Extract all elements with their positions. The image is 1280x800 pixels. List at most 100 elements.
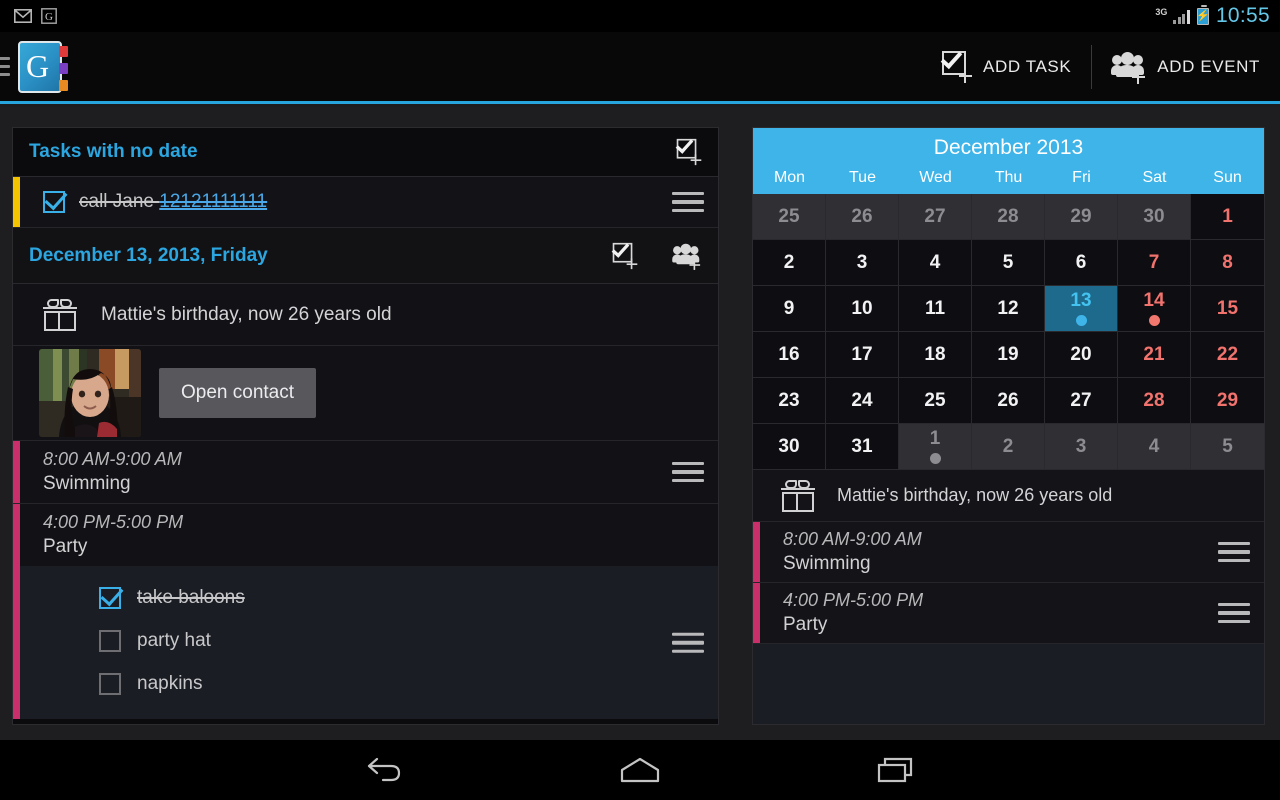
event-drag-handle[interactable] <box>1218 541 1250 563</box>
calendar-day-number: 26 <box>851 206 873 227</box>
calendar-day-5[interactable]: 5 <box>972 240 1045 286</box>
subtask-checkbox[interactable] <box>99 586 121 609</box>
svg-text:G: G <box>45 11 53 23</box>
calendar-day-30[interactable]: 30 <box>1118 194 1191 240</box>
nav-back-button[interactable] <box>256 740 512 800</box>
calendar-day-26[interactable]: 26 <box>826 194 899 240</box>
calendar-day-15[interactable]: 15 <box>1191 286 1264 332</box>
calendar-day-23[interactable]: 23 <box>753 378 826 424</box>
dow-thu: Thu <box>994 169 1023 186</box>
calendar-day-30[interactable]: 30 <box>753 424 826 470</box>
task-phone-link[interactable]: 12121111111 <box>159 191 267 212</box>
contact-avatar[interactable] <box>39 349 141 437</box>
signal-strength-icon <box>1173 9 1190 24</box>
day-add-task-icon[interactable] <box>611 239 638 269</box>
calendar-day-26[interactable]: 26 <box>972 378 1045 424</box>
action-bar: G ADD TASK ADD EVENT <box>0 32 1280 104</box>
add-event-button[interactable]: ADD EVENT <box>1092 39 1280 95</box>
calendar-day-number: 6 <box>1075 252 1087 273</box>
section-add-task-icon[interactable] <box>675 135 702 166</box>
calendar-day-number: 5 <box>1002 252 1014 273</box>
calendar-day-number: 16 <box>778 344 800 365</box>
calendar-day-22[interactable]: 22 <box>1191 332 1264 378</box>
calendar-day-25[interactable]: 25 <box>753 194 826 240</box>
calendar-day-number: 28 <box>1143 390 1165 411</box>
calendar-day-10[interactable]: 10 <box>826 286 899 332</box>
event-accent-bar <box>13 441 20 503</box>
task-row[interactable]: call Jane 12121111111 <box>13 177 718 228</box>
calendar-day-3[interactable]: 3 <box>1045 424 1118 470</box>
calendar-day-5[interactable]: 5 <box>1191 424 1264 470</box>
calendar-day-4[interactable]: 4 <box>1118 424 1191 470</box>
calendar-day-8[interactable]: 8 <box>1191 240 1264 286</box>
task-checkbox[interactable] <box>43 191 65 213</box>
calendar-day-2[interactable]: 2 <box>972 424 1045 470</box>
calendar-day-6[interactable]: 6 <box>1045 240 1118 286</box>
calendar-day-number: 5 <box>1222 436 1233 457</box>
calendar-day-7[interactable]: 7 <box>1118 240 1191 286</box>
navigation-drawer-icon[interactable] <box>0 57 10 76</box>
birthday-row[interactable]: Mattie's birthday, now 26 years old <box>13 284 718 346</box>
calendar-day-1[interactable]: 1 <box>1191 194 1264 240</box>
event-time: 8:00 AM-9:00 AM <box>43 449 182 469</box>
day-add-event-icon[interactable] <box>672 242 701 270</box>
calendar-day-number: 15 <box>1216 298 1239 319</box>
subtask-checkbox[interactable] <box>99 629 121 652</box>
calendar-day-4[interactable]: 4 <box>899 240 972 286</box>
event-drag-handle[interactable] <box>672 461 704 483</box>
calendar-day-28[interactable]: 28 <box>1118 378 1191 424</box>
calendar-event-row[interactable]: 4:00 PM-5:00 PM Party <box>753 583 1264 644</box>
app-root: G 3G ⚡ 10:55 G ADD TASK ADD EVENT Tasks … <box>0 0 1280 800</box>
calendar-birthday-row[interactable]: Mattie's birthday, now 26 years old <box>753 470 1264 522</box>
event-row[interactable]: 4:00 PM-5:00 PM Party <box>13 504 718 566</box>
calendar-day-11[interactable]: 11 <box>899 286 972 332</box>
subtask-drag-handle[interactable] <box>672 632 704 653</box>
add-task-icon <box>940 46 973 83</box>
calendar-day-16[interactable]: 16 <box>753 332 826 378</box>
event-title: Party <box>783 614 828 635</box>
calendar-month-title[interactable]: December 2013 <box>753 132 1264 166</box>
calendar-day-24[interactable]: 24 <box>826 378 899 424</box>
calendar-day-20[interactable]: 20 <box>1045 332 1118 378</box>
app-logo-icon[interactable]: G <box>18 40 68 93</box>
calendar-day-12[interactable]: 12 <box>972 286 1045 332</box>
calendar-day-14[interactable]: 14 <box>1118 286 1191 332</box>
gift-icon <box>43 298 77 331</box>
nav-home-button[interactable] <box>512 740 768 800</box>
back-icon <box>367 757 401 782</box>
task-drag-handle[interactable] <box>672 191 704 213</box>
status-system-icons: 3G ⚡ 10:55 <box>1155 4 1270 28</box>
calendar-day-31[interactable]: 31 <box>826 424 899 470</box>
calendar-day-13[interactable]: 13 <box>1045 286 1118 332</box>
calendar-day-19[interactable]: 19 <box>972 332 1045 378</box>
calendar-day-27[interactable]: 27 <box>1045 378 1118 424</box>
subtask-row[interactable]: take baloons <box>99 576 704 619</box>
calendar-event-row[interactable]: 8:00 AM-9:00 AM Swimming <box>753 522 1264 583</box>
calendar-day-18[interactable]: 18 <box>899 332 972 378</box>
event-accent-bar <box>13 504 20 566</box>
no-date-section-header: Tasks with no date <box>13 128 718 177</box>
subtask-checkbox[interactable] <box>99 672 121 695</box>
calendar-day-28[interactable]: 28 <box>972 194 1045 240</box>
calendar-day-1[interactable]: 1 <box>899 424 972 470</box>
add-task-button[interactable]: ADD TASK <box>922 39 1091 95</box>
event-title: Swimming <box>783 553 871 574</box>
open-contact-button[interactable]: Open contact <box>159 368 317 418</box>
calendar-day-number: 28 <box>997 206 1019 227</box>
nav-recents-button[interactable] <box>768 740 1024 800</box>
calendar-day-number: 25 <box>924 390 946 411</box>
calendar-day-17[interactable]: 17 <box>826 332 899 378</box>
event-row[interactable]: 8:00 AM-9:00 AM Swimming <box>13 441 718 504</box>
calendar-day-27[interactable]: 27 <box>899 194 972 240</box>
calendar-day-2[interactable]: 2 <box>753 240 826 286</box>
subtask-row[interactable]: napkins <box>99 662 704 705</box>
calendar-day-21[interactable]: 21 <box>1118 332 1191 378</box>
calendar-day-3[interactable]: 3 <box>826 240 899 286</box>
calendar-header: December 2013 Mon Tue Wed Thu Fri Sat Su… <box>753 128 1264 194</box>
event-drag-handle[interactable] <box>1218 602 1250 624</box>
calendar-day-25[interactable]: 25 <box>899 378 972 424</box>
calendar-day-9[interactable]: 9 <box>753 286 826 332</box>
subtask-row[interactable]: party hat <box>99 619 704 662</box>
calendar-day-29[interactable]: 29 <box>1045 194 1118 240</box>
calendar-day-29[interactable]: 29 <box>1191 378 1264 424</box>
